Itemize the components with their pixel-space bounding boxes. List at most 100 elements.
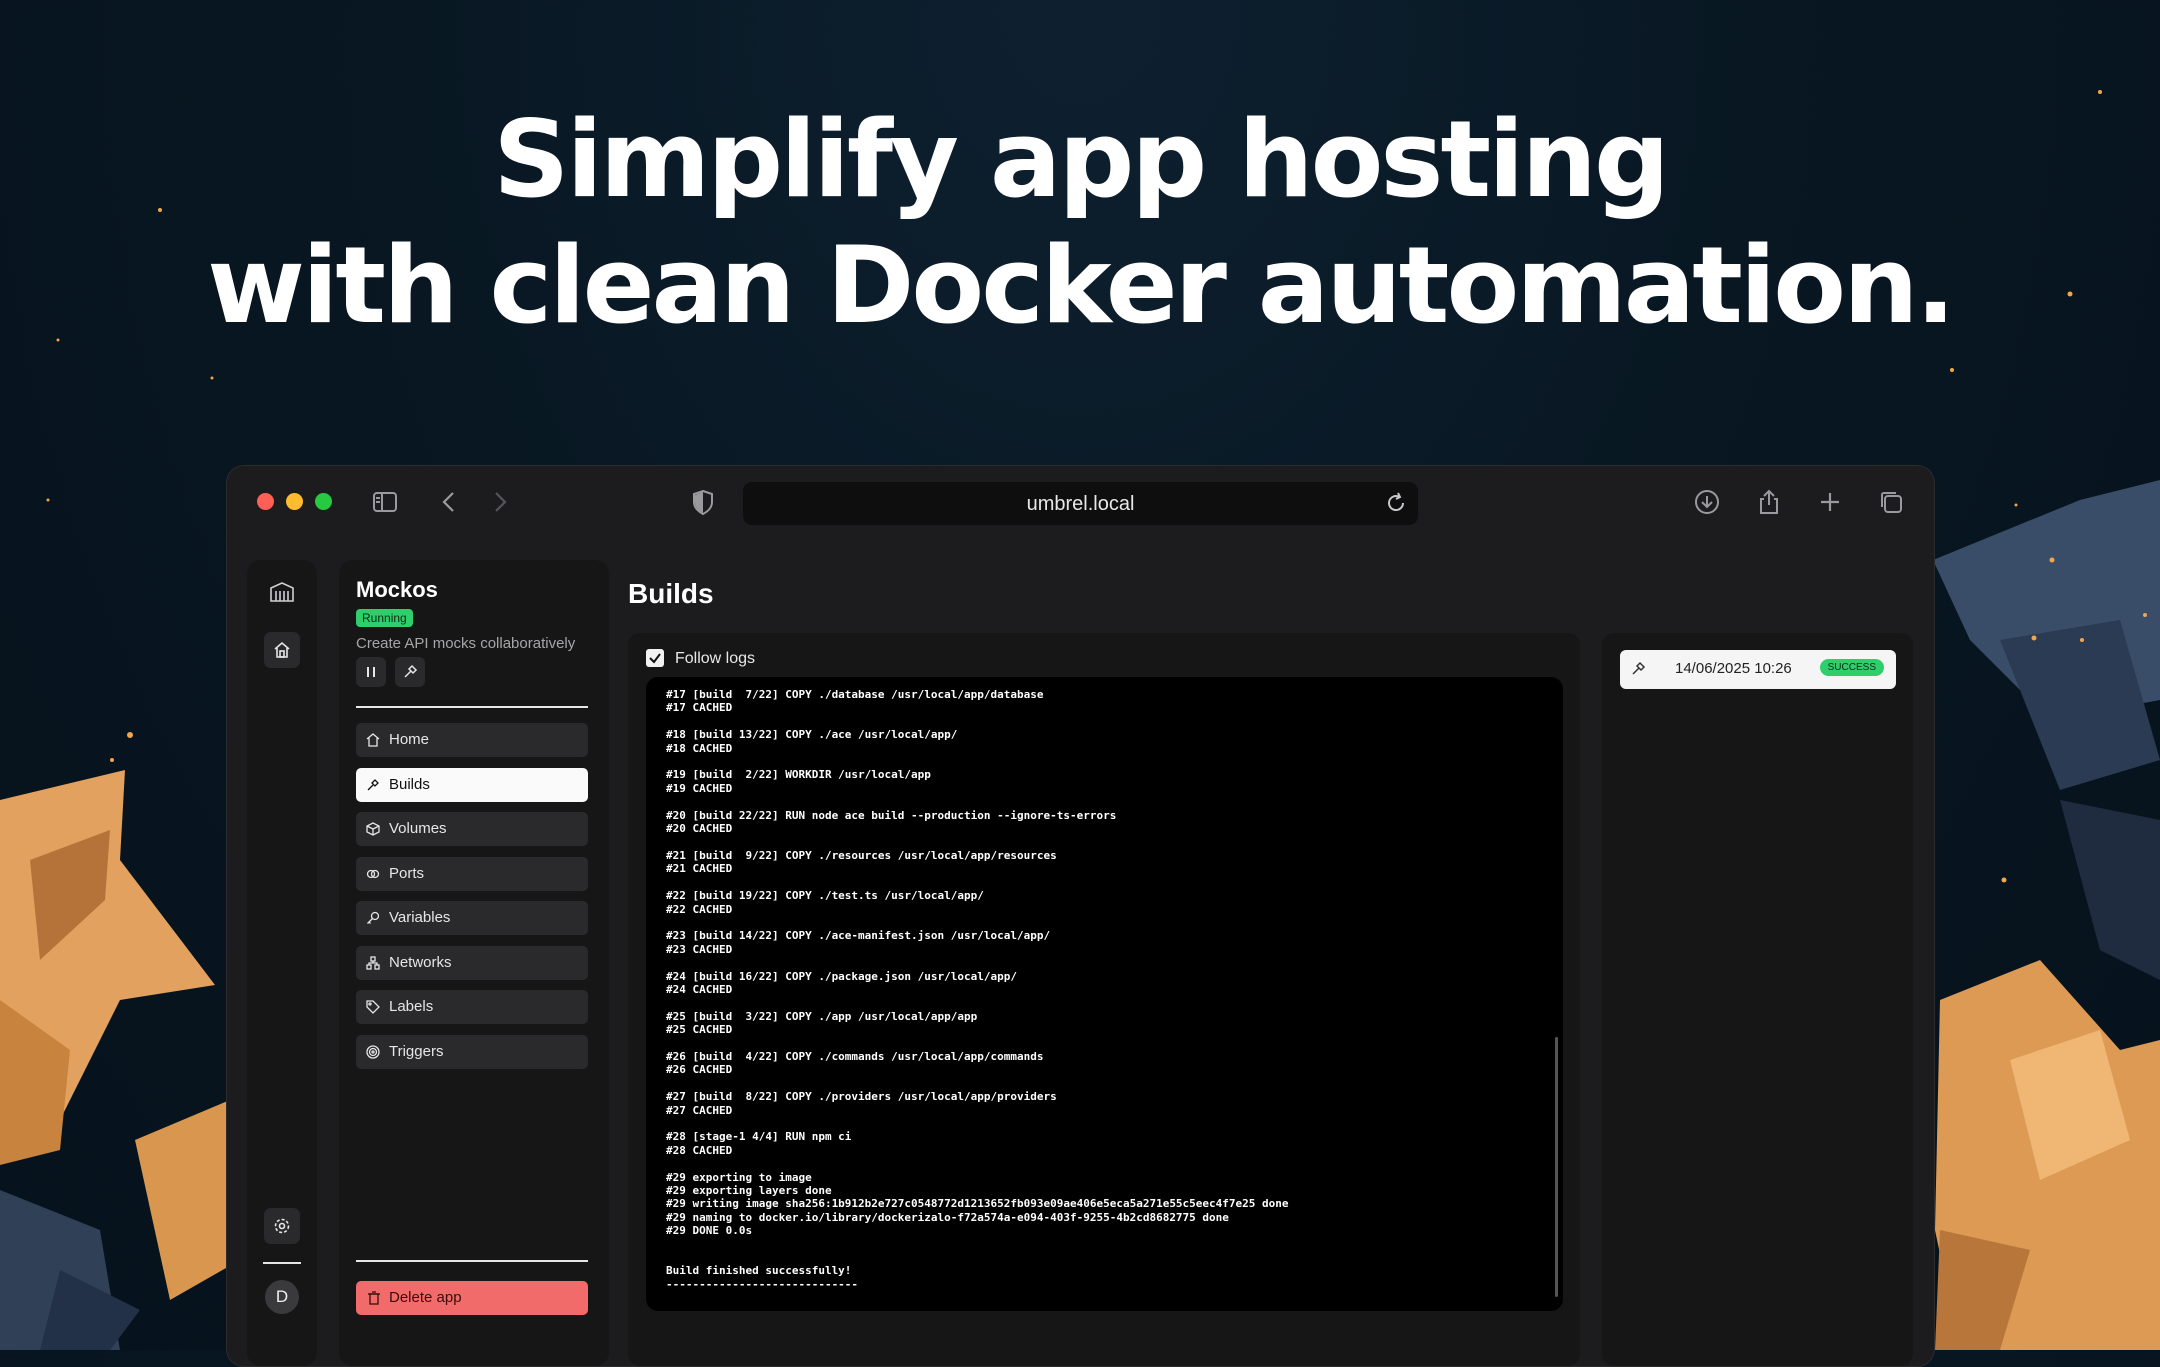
right-star-shape: [1933, 480, 2160, 1350]
log-line: #26 [build 4/22] COPY ./commands /usr/lo…: [666, 1049, 1044, 1063]
new-tab-plus-icon[interactable]: [1816, 488, 1844, 516]
reload-icon[interactable]: [1384, 491, 1408, 515]
log-lines: #17 [build 7/22] COPY ./database /usr/lo…: [666, 688, 1289, 1291]
headline-line-2: with clean Docker automation.: [207, 224, 1956, 347]
log-line: #22 CACHED: [666, 902, 733, 916]
nav-item-builds[interactable]: Builds: [356, 767, 588, 802]
box-icon: [366, 822, 380, 836]
log-line: Build finished successfully!: [666, 1264, 852, 1278]
log-line: #21 [build 9/22] COPY ./resources /usr/l…: [666, 848, 1057, 862]
download-icon[interactable]: [1693, 488, 1721, 516]
delete-app-label: Delete app: [389, 1289, 462, 1306]
trash-icon: [368, 1291, 380, 1305]
page-title: Builds: [628, 578, 714, 609]
nav-item-volumes[interactable]: Volumes: [356, 812, 588, 846]
log-line: #24 [build 16/22] COPY ./package.json /u…: [666, 969, 1017, 983]
hammer-icon: [404, 664, 418, 678]
target-icon: [366, 1044, 380, 1059]
sidebar-bottom-divider: [356, 1260, 588, 1262]
tag-icon: [366, 1000, 380, 1014]
app-nav: Home Builds Volumes Ports Variables Netw…: [356, 723, 588, 1079]
address-bar[interactable]: umbrel.local: [743, 482, 1418, 525]
terminal-scrollbar[interactable]: [1555, 1037, 1558, 1297]
sidebar-divider: [356, 706, 588, 708]
log-line: #22 [build 19/22] COPY ./test.ts /usr/lo…: [666, 889, 984, 903]
icon-rail: D: [247, 560, 317, 1366]
nav-item-triggers[interactable]: Triggers: [356, 1034, 588, 1069]
maximize-window-button[interactable]: [315, 493, 332, 510]
log-line: #28 CACHED: [666, 1143, 733, 1157]
hammer-icon: [1632, 661, 1646, 675]
rebuild-button[interactable]: [395, 657, 425, 687]
pause-button[interactable]: [356, 657, 386, 687]
home-rail-button[interactable]: [264, 632, 300, 668]
key-icon: [367, 911, 380, 924]
user-avatar[interactable]: D: [265, 1280, 299, 1314]
nav-item-ports[interactable]: Ports: [356, 856, 588, 891]
share-icon[interactable]: [1755, 488, 1783, 516]
log-line: #27 [build 8/22] COPY ./providers /usr/l…: [666, 1090, 1057, 1104]
nav-item-label: Networks: [389, 953, 452, 971]
browser-window: umbrel.local D Mockos Running Create API…: [226, 465, 1935, 1367]
minimize-window-button[interactable]: [286, 493, 303, 510]
app-sidebar: Mockos Running Create API mocks collabor…: [339, 560, 609, 1366]
log-terminal[interactable]: #17 [build 7/22] COPY ./database /usr/lo…: [646, 677, 1563, 1311]
log-line: #18 [build 13/22] COPY ./ace /usr/local/…: [666, 728, 958, 742]
build-status-badge: SUCCESS: [1819, 659, 1884, 676]
app-name: Mockos: [356, 577, 438, 602]
settings-rail-button[interactable]: [264, 1208, 300, 1244]
nav-item-networks[interactable]: Networks: [356, 945, 588, 980]
network-icon: [366, 955, 380, 970]
rail-divider: [263, 1262, 301, 1264]
log-line: #27 CACHED: [666, 1103, 733, 1117]
nav-item-label: Builds: [389, 775, 430, 793]
nav-item-home[interactable]: Home: [356, 723, 588, 757]
log-line: #20 [build 22/22] RUN node ace build --p…: [666, 808, 1117, 822]
sidebar-toggle-icon[interactable]: [371, 488, 399, 516]
delete-app-button[interactable]: Delete app: [356, 1281, 588, 1315]
nav-item-labels[interactable]: Labels: [356, 990, 588, 1024]
forward-arrow-icon[interactable]: [485, 488, 513, 516]
nav-item-label: Home: [389, 731, 430, 748]
log-line: #29 DONE 0.0s: [666, 1224, 753, 1238]
nav-item-label: Labels: [389, 998, 434, 1015]
hammer-icon: [367, 778, 379, 790]
close-window-button[interactable]: [257, 493, 274, 510]
log-line: #24 CACHED: [666, 982, 733, 996]
logo-icon: [267, 578, 297, 608]
log-line: #29 writing image sha256:1b912b2e727c054…: [666, 1197, 1289, 1211]
log-line: #21 CACHED: [666, 862, 733, 876]
follow-logs-label: Follow logs: [675, 650, 756, 667]
nav-item-label: Variables: [389, 909, 451, 926]
gear-icon: [274, 1218, 290, 1234]
log-line: #20 CACHED: [666, 822, 733, 836]
back-arrow-icon[interactable]: [436, 488, 464, 516]
app-description: Create API mocks collaboratively: [356, 635, 576, 652]
log-line: #19 CACHED: [666, 781, 733, 795]
log-line: #23 [build 14/22] COPY ./ace-manifest.js…: [666, 929, 1051, 943]
build-timestamp: 14/06/2025 10:26: [1675, 660, 1792, 677]
log-line: #29 exporting to image: [666, 1170, 812, 1184]
log-line: #17 CACHED: [666, 701, 733, 715]
builds-list-panel: 14/06/2025 10:26 SUCCESS: [1602, 633, 1913, 1366]
log-line: #29 exporting layers done: [666, 1184, 832, 1198]
build-list-item[interactable]: 14/06/2025 10:26 SUCCESS: [1620, 650, 1896, 689]
follow-logs-checkbox[interactable]: [646, 649, 664, 667]
status-badge: Running: [356, 609, 413, 627]
log-line: #25 CACHED: [666, 1023, 733, 1037]
privacy-shield-icon[interactable]: [689, 488, 717, 516]
nav-item-variables[interactable]: Variables: [356, 901, 588, 935]
home-icon: [366, 733, 380, 747]
tab-overview-icon[interactable]: [1877, 488, 1905, 516]
browser-toolbar: umbrel.local: [227, 466, 1934, 542]
